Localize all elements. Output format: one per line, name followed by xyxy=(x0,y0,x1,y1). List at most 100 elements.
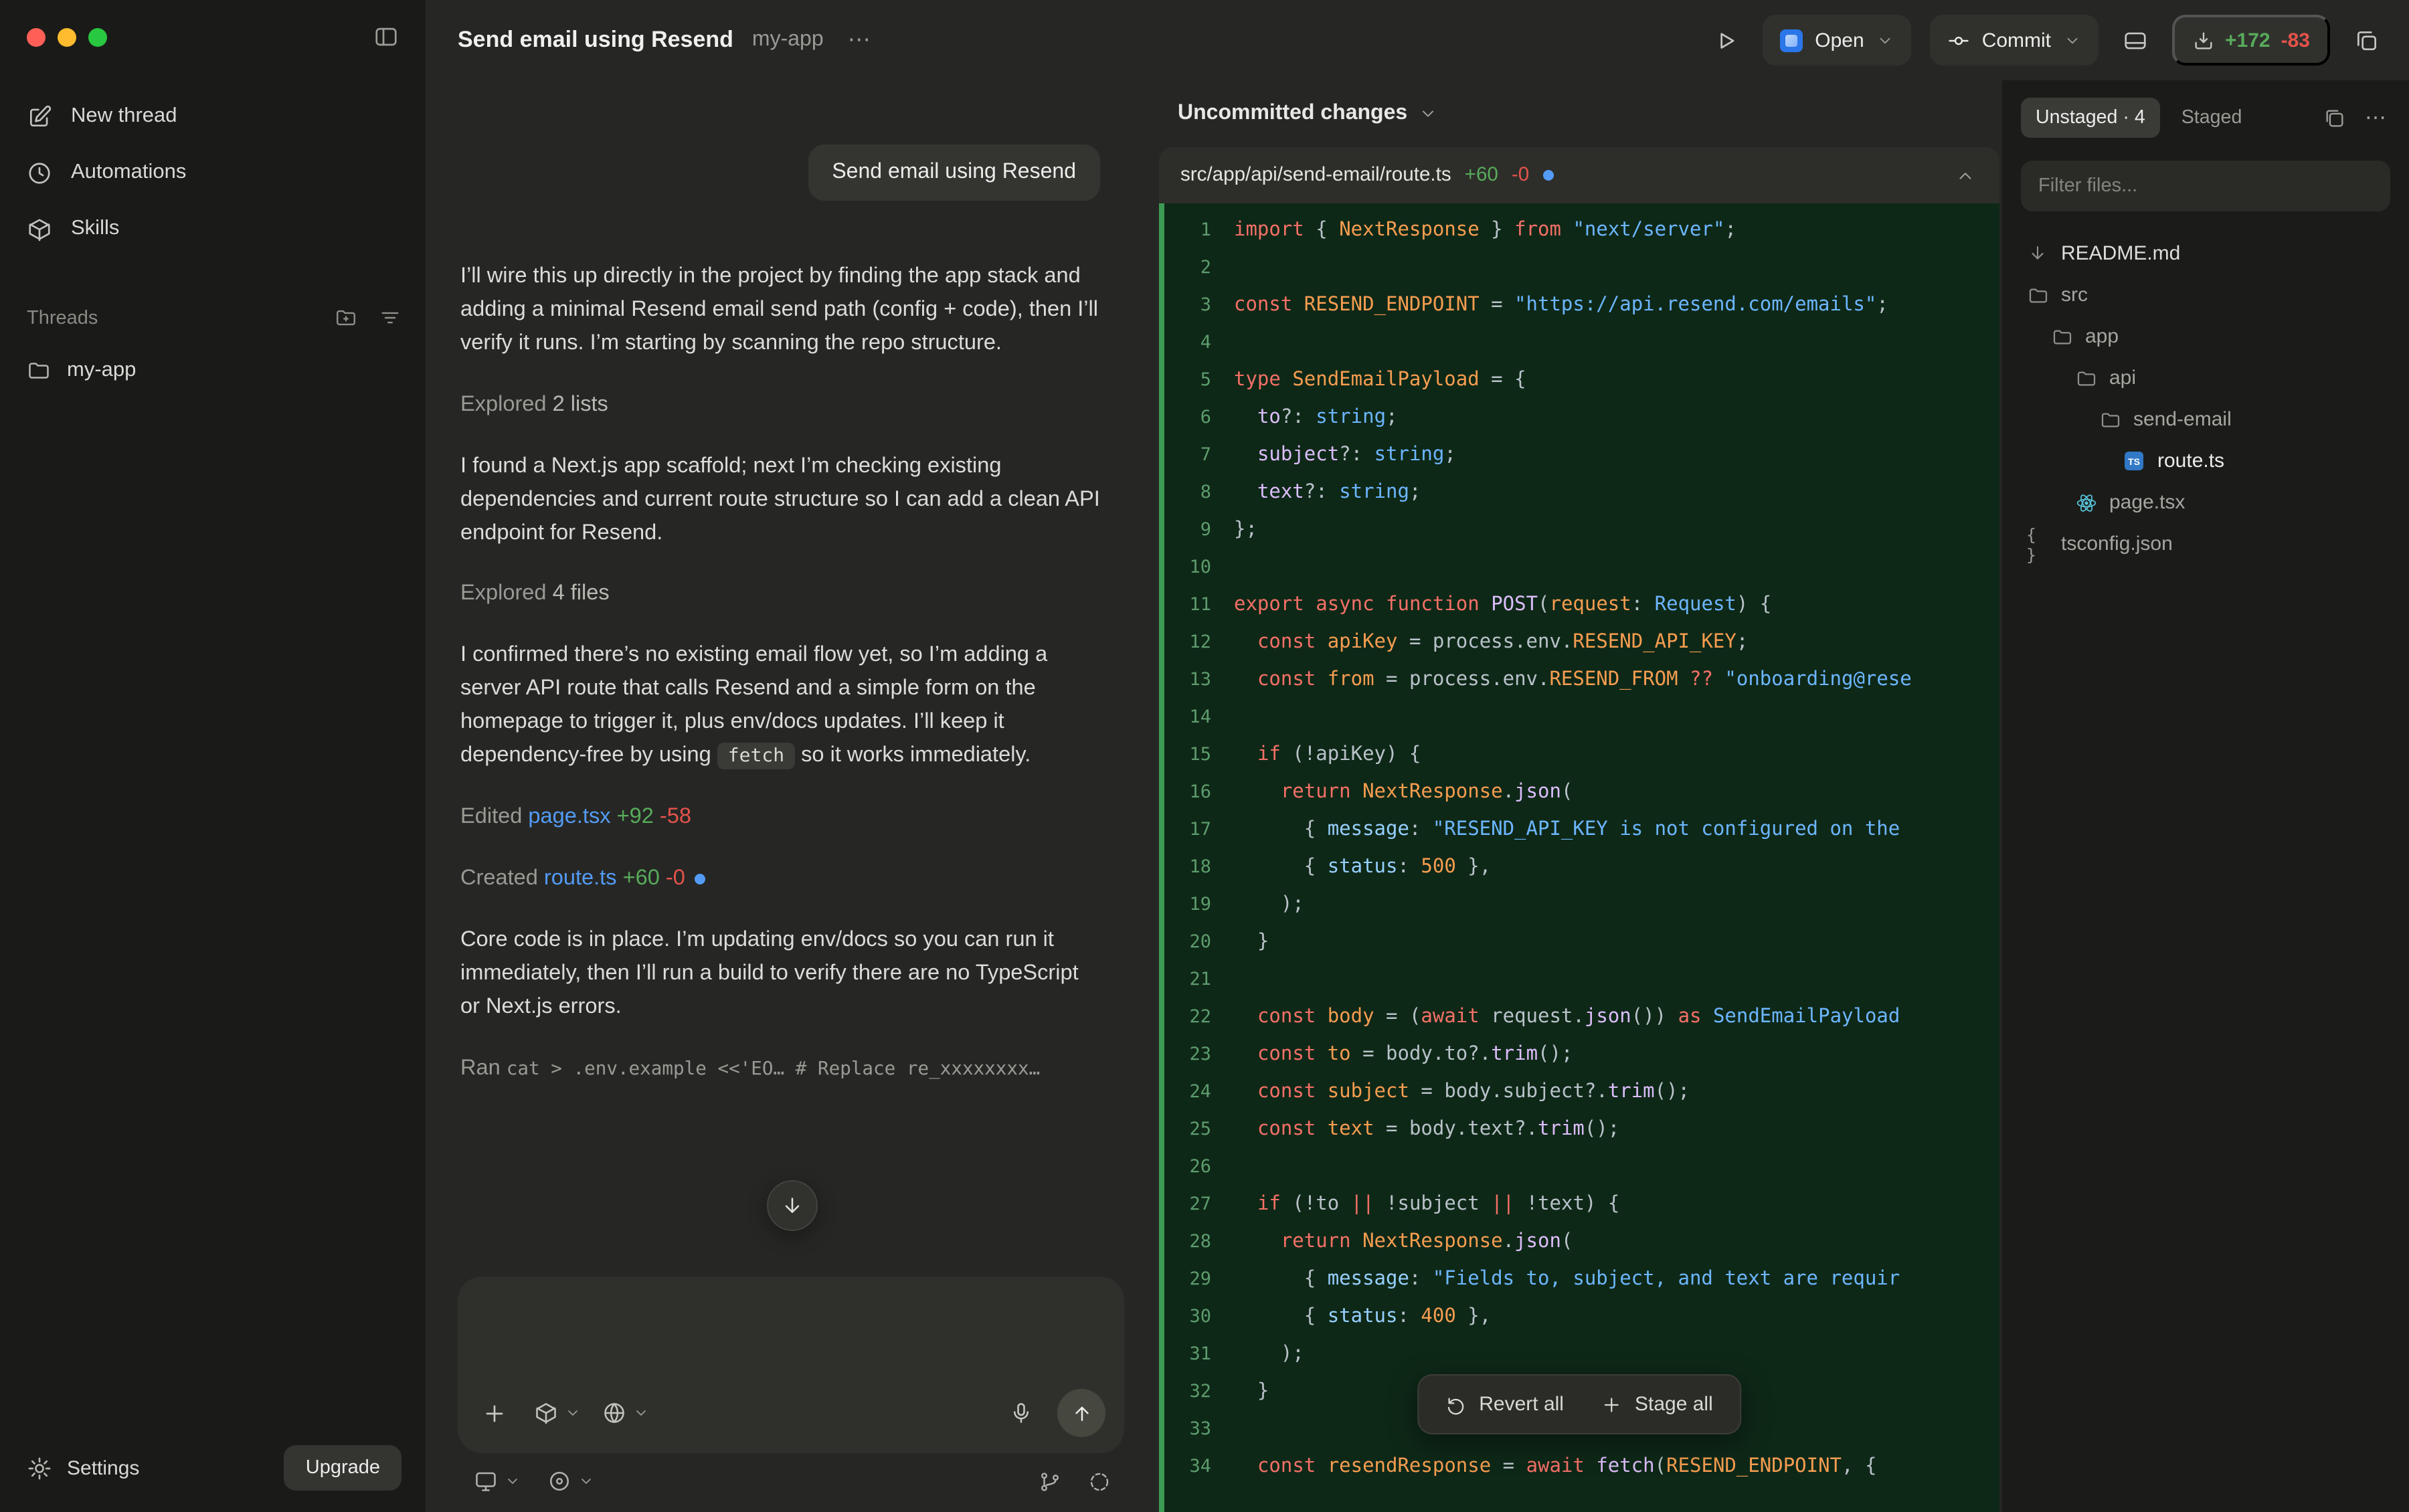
file-tree-item[interactable]: src xyxy=(2021,274,2390,316)
tools-selector[interactable] xyxy=(602,1401,649,1425)
code-line: 19 ); xyxy=(1164,886,1999,923)
code-text xyxy=(1234,961,1999,998)
new-folder-icon[interactable] xyxy=(335,306,357,329)
line-number: 2 xyxy=(1164,249,1234,286)
tab-unstaged[interactable]: Unstaged · 4 xyxy=(2021,98,2160,138)
git-commit-icon xyxy=(1947,29,1970,52)
chevron-down-icon xyxy=(1418,104,1437,123)
run-icon[interactable] xyxy=(1708,22,1744,58)
sidebar-item-label: Skills xyxy=(71,217,119,241)
text-segment: 4 files xyxy=(553,581,610,605)
code-line: 16 return NextResponse.json( xyxy=(1164,773,1999,811)
collapse-file-icon[interactable] xyxy=(1953,163,1978,188)
close-window-button[interactable] xyxy=(27,27,46,46)
sidebar-item-my-app[interactable]: my-app xyxy=(27,348,402,393)
uncommitted-changes-header[interactable]: Uncommitted changes xyxy=(1159,80,1999,147)
code-line: 13 const from = process.env.RESEND_FROM … xyxy=(1164,661,1999,698)
changed-files-panel: Unstaged · 4 Staged ⋯ README.md srcapp api… xyxy=(2002,80,2409,1512)
line-number: 25 xyxy=(1164,1111,1234,1148)
message-input[interactable] xyxy=(476,1295,1105,1389)
settings-label[interactable]: Settings xyxy=(67,1456,139,1479)
assistant-message-block: I confirmed there’s no existing email fl… xyxy=(460,639,1100,772)
sidebar-item-new-thread[interactable]: New thread xyxy=(27,92,402,140)
sidebar-item-label: Automations xyxy=(71,161,186,185)
code-line: 34 const resendResponse = await fetch(RE… xyxy=(1164,1448,1999,1485)
revert-all-button[interactable]: Revert all xyxy=(1428,1382,1581,1426)
file-name: README.md xyxy=(2061,242,2180,265)
assistant-message-block: Ran cat > .env.example <<'EO… # Replace … xyxy=(460,1051,1100,1084)
diff-file-header[interactable]: src/app/api/send-email/route.ts +60 -0 xyxy=(1159,147,1999,203)
more-icon[interactable]: ⋯ xyxy=(848,27,873,54)
file-name: page.tsx xyxy=(2109,491,2185,514)
line-number: 13 xyxy=(1164,661,1234,698)
main-area: Send email using Resend my-app ⋯ Open xyxy=(426,0,2409,1512)
unsaved-dot-icon xyxy=(1542,170,1553,181)
tab-staged[interactable]: Staged xyxy=(2181,107,2242,128)
ts-icon: TS xyxy=(2123,451,2145,471)
composer xyxy=(458,1277,1124,1453)
stage-all-button[interactable]: Stage all xyxy=(1584,1382,1730,1426)
diff-card: src/app/api/send-email/route.ts +60 -0 1… xyxy=(1159,147,1999,1512)
microphone-icon[interactable] xyxy=(1004,1396,1039,1430)
sidebar-toggle-icon[interactable] xyxy=(371,21,402,52)
model-selector[interactable] xyxy=(534,1401,581,1425)
more-icon[interactable]: ⋯ xyxy=(2362,104,2390,131)
scroll-to-bottom-button[interactable] xyxy=(767,1180,818,1231)
line-number: 32 xyxy=(1164,1373,1234,1410)
text-segment xyxy=(611,804,617,828)
open-button[interactable]: Open xyxy=(1763,15,1910,66)
stage-all-label: Stage all xyxy=(1635,1393,1713,1416)
copy-layout-icon[interactable] xyxy=(2349,22,2385,58)
file-tree-item[interactable]: api xyxy=(2021,357,2390,399)
file-stack-icon[interactable] xyxy=(2323,106,2346,129)
code-text: const from = process.env.RESEND_FROM ?? … xyxy=(1234,661,1999,698)
threads-header-label: Threads xyxy=(27,307,98,328)
line-number: 29 xyxy=(1164,1260,1234,1298)
file-tree-item[interactable]: page.tsx xyxy=(2021,482,2390,523)
code-text: if (!apiKey) { xyxy=(1234,736,1999,773)
file-link[interactable]: page.tsx xyxy=(528,804,610,828)
text-segment: Explored xyxy=(460,392,553,416)
assistant-message-block: I found a Next.js app scaffold; next I’m… xyxy=(460,449,1100,549)
filter-icon[interactable] xyxy=(379,306,402,329)
zoom-window-button[interactable] xyxy=(88,27,107,46)
filter-files-input[interactable] xyxy=(2021,161,2390,211)
sidebar-item-automations[interactable]: Automations xyxy=(27,149,402,197)
line-number: 9 xyxy=(1164,511,1234,549)
file-link[interactable]: route.ts xyxy=(544,866,617,890)
chat-panel: Send email using Resend I’ll wire this u… xyxy=(426,80,1159,1512)
file-tree-item[interactable]: send-email xyxy=(2021,399,2390,440)
line-number: 1 xyxy=(1164,211,1234,249)
code-line: 12 const apiKey = process.env.RESEND_API… xyxy=(1164,624,1999,661)
progress-circle-icon[interactable] xyxy=(1088,1470,1111,1493)
thread-subtitle: my-app xyxy=(752,28,824,52)
file-tree-item[interactable]: { }tsconfig.json xyxy=(2021,523,2390,565)
upgrade-button[interactable]: Upgrade xyxy=(284,1445,402,1491)
file-tree-item[interactable]: README.md xyxy=(2021,233,2390,274)
file-tree-item[interactable]: TSroute.ts xyxy=(2021,440,2390,482)
git-branch-icon[interactable] xyxy=(1039,1470,1061,1493)
code-line: 18 { status: 500 }, xyxy=(1164,848,1999,886)
minimize-window-button[interactable] xyxy=(58,27,76,46)
file-tree-item[interactable]: app xyxy=(2021,316,2390,357)
file-name: send-email xyxy=(2133,408,2232,431)
thread-label: my-app xyxy=(67,359,136,383)
code-line: 22 const body = (await request.json()) a… xyxy=(1164,998,1999,1036)
sidebar-item-skills[interactable]: Skills xyxy=(27,205,402,253)
code-text: const to = body.to?.trim(); xyxy=(1234,1036,1999,1073)
code-line: 6 to?: string; xyxy=(1164,399,1999,436)
thread-mode-selector[interactable] xyxy=(547,1469,594,1493)
commit-button[interactable]: Commit xyxy=(1930,15,2098,66)
file-name: tsconfig.json xyxy=(2061,533,2173,555)
panel-icon[interactable] xyxy=(2117,22,2153,58)
send-button[interactable] xyxy=(1057,1389,1105,1437)
display-mode-selector[interactable] xyxy=(474,1469,521,1493)
attach-plus-icon[interactable] xyxy=(476,1395,513,1431)
line-number: 23 xyxy=(1164,1036,1234,1073)
line-number: 5 xyxy=(1164,361,1234,399)
assistant-message-block: Core code is in place. I’m updating env/… xyxy=(460,923,1100,1024)
changes-summary-button[interactable]: +172 -83 xyxy=(2171,15,2330,66)
file-name: api xyxy=(2109,367,2136,389)
code-text xyxy=(1234,249,1999,286)
text-segment: +92 xyxy=(617,804,654,828)
